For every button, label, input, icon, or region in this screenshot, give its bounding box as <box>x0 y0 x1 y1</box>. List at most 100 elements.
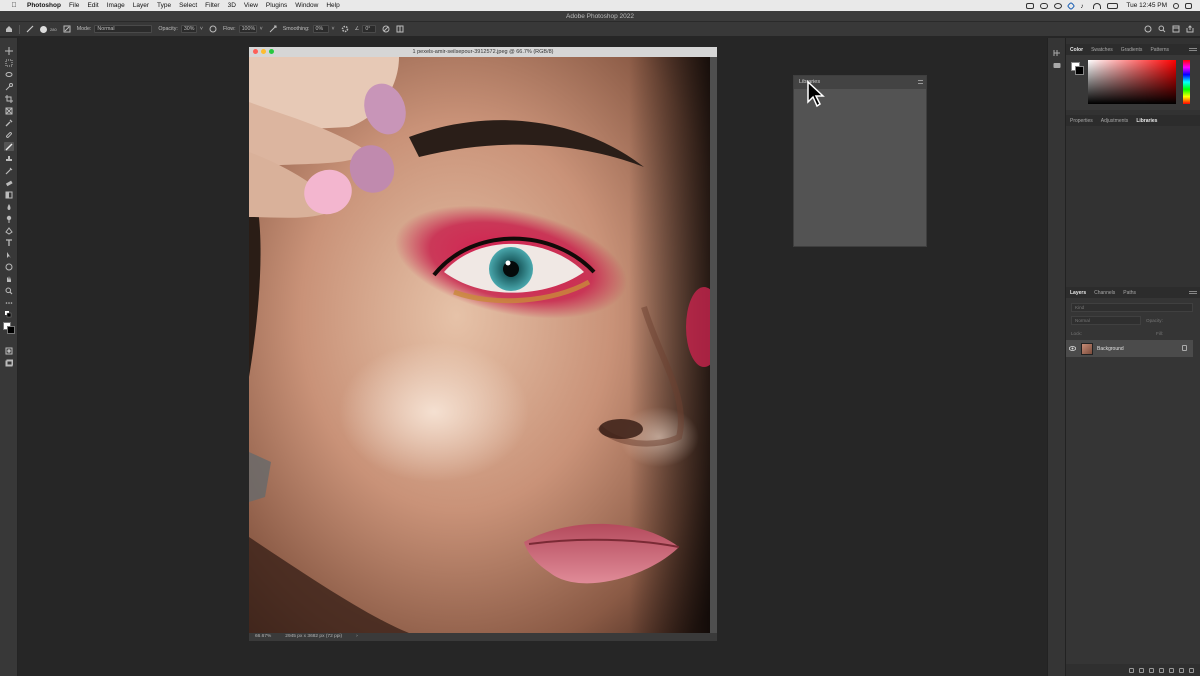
volume-icon[interactable]: ♪ <box>1080 3 1087 10</box>
layer-style-icon[interactable] <box>1139 667 1144 673</box>
tab-swatches[interactable]: Swatches <box>1087 47 1117 53</box>
eraser-tool-icon[interactable] <box>4 178 14 187</box>
chevron-right-icon[interactable]: › <box>356 633 358 641</box>
smoothing-field[interactable]: 0% <box>312 25 329 33</box>
brush-tool-icon[interactable] <box>4 142 14 151</box>
hand-tool-icon[interactable] <box>4 274 14 283</box>
menu-select[interactable]: Select <box>175 2 201 9</box>
hue-slider[interactable] <box>1183 60 1190 104</box>
eyedropper-tool-icon[interactable] <box>4 118 14 127</box>
menu-view[interactable]: View <box>240 2 262 9</box>
brush-settings-icon[interactable] <box>63 25 71 33</box>
pressure-opacity-icon[interactable] <box>209 25 217 33</box>
blur-tool-icon[interactable] <box>4 202 14 211</box>
chevron-down-icon[interactable]: ˅ <box>260 26 263 32</box>
chevron-down-icon[interactable]: ˅ <box>332 26 335 32</box>
share-export-icon[interactable] <box>1186 25 1194 33</box>
lasso-tool-icon[interactable] <box>4 70 14 79</box>
menu-plugins[interactable]: Plugins <box>262 2 291 9</box>
zoom-tool-icon[interactable] <box>4 286 14 295</box>
history-icon[interactable] <box>1053 49 1061 57</box>
more-tools-icon[interactable] <box>4 298 14 307</box>
background-color-swatch[interactable] <box>7 326 15 334</box>
angle-field[interactable]: 0° <box>362 25 377 33</box>
panel-menu-icon[interactable] <box>918 80 923 84</box>
move-tool-icon[interactable] <box>4 46 14 55</box>
search-icon[interactable] <box>1173 2 1179 9</box>
comments-icon[interactable] <box>1053 62 1061 70</box>
document-tab[interactable]: 1 pexels-amir-seilsepour-3912572.jpeg @ … <box>249 47 717 57</box>
opacity-field[interactable]: 30% <box>180 25 197 33</box>
panel-menu-icon[interactable] <box>1189 291 1197 294</box>
menu-window[interactable]: Window <box>291 2 322 9</box>
add-mask-icon[interactable] <box>1149 667 1154 673</box>
apple-icon[interactable]:  <box>9 2 19 9</box>
tab-color[interactable]: Color <box>1066 47 1087 53</box>
crop-tool-icon[interactable] <box>4 94 14 103</box>
gradient-tool-icon[interactable] <box>4 190 14 199</box>
clone-stamp-tool-icon[interactable] <box>4 154 14 163</box>
new-group-icon[interactable] <box>1169 667 1174 673</box>
wifi-icon[interactable] <box>1093 2 1102 9</box>
creative-cloud-icon[interactable] <box>1054 2 1063 9</box>
tab-libraries[interactable]: Libraries <box>1132 118 1161 124</box>
layer-row-background[interactable]: Background <box>1066 340 1193 357</box>
workspace-icon[interactable] <box>1172 25 1180 33</box>
path-selection-tool-icon[interactable] <box>4 250 14 259</box>
gear-icon[interactable] <box>341 25 349 33</box>
vertical-scrollbar[interactable] <box>710 57 717 633</box>
menu-edit[interactable]: Edit <box>83 2 102 9</box>
menu-image[interactable]: Image <box>103 2 129 9</box>
link-layers-icon[interactable] <box>1129 667 1134 673</box>
tab-properties[interactable]: Properties <box>1066 118 1097 124</box>
share-icon[interactable] <box>1144 25 1152 33</box>
document-size[interactable]: 2945 px x 3682 px (72 ppi) <box>285 633 342 641</box>
delete-layer-icon[interactable] <box>1189 667 1194 673</box>
battery-icon[interactable] <box>1107 2 1119 9</box>
tab-adjustments[interactable]: Adjustments <box>1097 118 1133 124</box>
dropbox-icon[interactable] <box>1067 1 1076 10</box>
zoom-level[interactable]: 66.67% <box>255 633 271 641</box>
color-field[interactable] <box>1088 60 1176 104</box>
adjustment-layer-icon[interactable] <box>1159 667 1164 673</box>
layer-filter-kind[interactable]: Kind <box>1071 303 1193 312</box>
screen-icon[interactable] <box>1026 2 1035 9</box>
blend-mode-select[interactable]: Normal <box>1071 316 1141 325</box>
tab-paths[interactable]: Paths <box>1119 290 1140 296</box>
search-icon[interactable] <box>1158 25 1166 33</box>
menu-type[interactable]: Type <box>153 2 175 9</box>
symmetry-icon[interactable] <box>396 25 404 33</box>
brush-preset-picker[interactable]: 280 <box>40 25 57 33</box>
quick-mask-icon[interactable] <box>4 346 14 355</box>
tab-gradients[interactable]: Gradients <box>1117 47 1147 53</box>
frame-tool-icon[interactable] <box>4 106 14 115</box>
color-panel-background-swatch[interactable] <box>1075 66 1084 75</box>
menu-filter[interactable]: Filter <box>201 2 223 9</box>
airbrush-icon[interactable] <box>269 25 277 33</box>
tab-patterns[interactable]: Patterns <box>1146 47 1173 53</box>
shape-tool-icon[interactable] <box>4 262 14 271</box>
tab-layers[interactable]: Layers <box>1066 290 1090 296</box>
flow-field[interactable]: 100% <box>238 25 257 33</box>
home-icon[interactable] <box>5 25 13 33</box>
menu-app-name[interactable]: Photoshop <box>23 2 65 9</box>
control-center-icon[interactable] <box>1185 2 1192 9</box>
history-brush-tool-icon[interactable] <box>4 166 14 175</box>
menu-3d[interactable]: 3D <box>224 2 240 9</box>
eye-icon[interactable] <box>1066 346 1078 351</box>
menu-file[interactable]: File <box>65 2 83 9</box>
dodge-tool-icon[interactable] <box>4 214 14 223</box>
brush-tool-icon[interactable] <box>26 25 34 33</box>
pen-tool-icon[interactable] <box>4 226 14 235</box>
layer-name[interactable]: Background <box>1097 346 1124 352</box>
menu-clock[interactable]: Tue 12:45 PM <box>1126 2 1167 9</box>
lock-icon[interactable] <box>1182 345 1187 351</box>
type-tool-icon[interactable] <box>4 238 14 247</box>
chevron-down-icon[interactable]: ˅ <box>200 26 203 32</box>
image-canvas[interactable] <box>249 57 710 633</box>
new-layer-icon[interactable] <box>1179 667 1184 673</box>
default-colors-icon[interactable] <box>4 310 14 319</box>
marquee-tool-icon[interactable] <box>4 58 14 67</box>
menu-layer[interactable]: Layer <box>129 2 153 9</box>
healing-brush-tool-icon[interactable] <box>4 130 14 139</box>
